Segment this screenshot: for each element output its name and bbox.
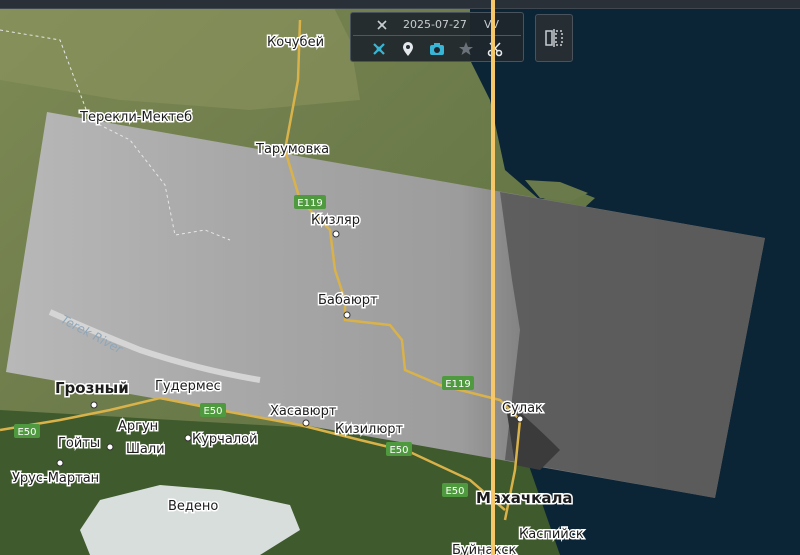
label-khasavyurt: Хасавюрт (270, 404, 337, 419)
svg-text:E119: E119 (445, 379, 470, 390)
location-pin-icon[interactable] (399, 40, 417, 58)
label-argun: Аргун (118, 419, 158, 434)
camera-icon[interactable] (428, 40, 446, 58)
satellite-map[interactable]: E119 E119 E50 E50 E50 E50 Кочубей Терекл… (0, 0, 800, 555)
split-divider-handle[interactable] (491, 0, 495, 555)
label-kochubey: Кочубей (267, 35, 324, 50)
road-shield-e119-b: E119 (442, 376, 474, 390)
label-sulak: Сулак (502, 401, 543, 416)
satellite-icon (375, 18, 389, 32)
label-kaspiysk: Каспийск (519, 527, 584, 542)
svg-text:E50: E50 (445, 486, 464, 497)
svg-text:E119: E119 (297, 198, 322, 209)
label-vedeno: Ведено (168, 499, 218, 514)
road-shield-e119-a: E119 (294, 195, 326, 209)
panel-divider (353, 35, 521, 36)
label-goyty: Гойты (58, 436, 100, 451)
road-shield-e50-d: E50 (442, 483, 468, 497)
label-shali: Шали (126, 442, 165, 457)
top-bar (0, 0, 800, 9)
svg-text:E50: E50 (389, 445, 408, 456)
image-meta-row: 2025-07-27 VV (351, 15, 523, 35)
tool-row (351, 39, 523, 59)
acquisition-date: 2025-07-27 (403, 18, 467, 31)
satellite-tool-icon[interactable] (370, 40, 388, 58)
label-kurchaloy: Курчалой (192, 432, 258, 447)
scissors-icon[interactable] (486, 40, 504, 58)
label-terekli-mekteb: Терекли-Мектеб (79, 110, 192, 125)
svg-text:E50: E50 (17, 427, 36, 438)
label-kizlyar: Кизляр (311, 213, 360, 228)
road-shield-e50-b: E50 (14, 424, 40, 438)
label-grozny: Грозный (55, 379, 129, 397)
label-kizilyurt: Кизилюрт (335, 422, 404, 437)
star-icon[interactable] (457, 40, 475, 58)
road-shield-e50-c: E50 (386, 442, 412, 456)
label-gudermes: Гудермес (155, 379, 221, 394)
label-babayurt: Бабаюрт (318, 293, 378, 308)
split-compare-icon (545, 29, 563, 47)
label-urus-martan: Урус-Мартан (12, 471, 99, 486)
image-info-panel: 2025-07-27 VV (350, 12, 524, 62)
label-buynaksk: Буйнакск (452, 543, 517, 555)
split-compare-button[interactable] (535, 14, 573, 62)
road-shield-e50-a: E50 (200, 403, 226, 417)
label-tarumovka: Тарумовка (255, 142, 329, 157)
svg-text:E50: E50 (203, 406, 222, 417)
